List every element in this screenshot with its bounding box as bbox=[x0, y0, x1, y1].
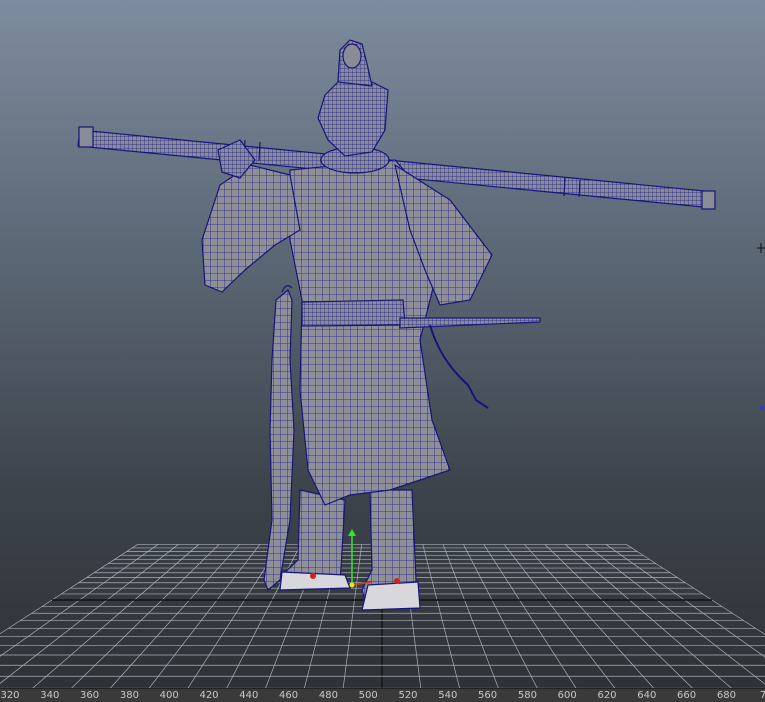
timeline-tick: 580 bbox=[517, 690, 537, 701]
right-boot bbox=[361, 581, 421, 611]
timeline-tick: 380 bbox=[119, 690, 139, 701]
viewport-scene bbox=[0, 39, 765, 690]
timeline-tick: 440 bbox=[239, 690, 259, 701]
timeline-tick: 500 bbox=[358, 690, 378, 701]
grid-line bbox=[342, 544, 362, 690]
3d-viewport[interactable]: 320 340 360 380 400 420 440 460 480 500 520 540 560 5… bbox=[0, 0, 765, 702]
grid-line bbox=[225, 544, 301, 690]
character-mesh[interactable] bbox=[77, 39, 716, 611]
grid-line bbox=[524, 544, 656, 690]
grid-line bbox=[0, 544, 159, 657]
light-marker bbox=[760, 406, 764, 410]
timeline-tick: 680 bbox=[716, 690, 736, 701]
grid-line bbox=[463, 544, 539, 690]
timeline-tick: 360 bbox=[80, 690, 100, 701]
grid-line bbox=[108, 544, 240, 690]
timeline-tick: 480 bbox=[318, 690, 338, 701]
belt bbox=[301, 299, 406, 327]
timeline-tick: 540 bbox=[438, 690, 458, 701]
timeline-tick: 460 bbox=[279, 690, 299, 701]
timeline-tick: 600 bbox=[557, 690, 577, 701]
left-arm bbox=[201, 164, 301, 293]
timeline-tick: 640 bbox=[637, 690, 657, 701]
grid-line bbox=[30, 544, 199, 690]
grid-line bbox=[503, 544, 617, 690]
timeline-tick: 620 bbox=[597, 690, 617, 701]
timeline-tick: 520 bbox=[398, 690, 418, 701]
timeline-tick: 340 bbox=[40, 690, 60, 701]
crosshair-marker bbox=[757, 243, 765, 253]
grid-line bbox=[147, 544, 261, 690]
timeline-tick: 320 bbox=[0, 690, 20, 701]
grid-line bbox=[442, 544, 500, 690]
grid-line bbox=[0, 544, 179, 684]
grid-line bbox=[69, 544, 220, 690]
tassel bbox=[429, 324, 489, 409]
grid-line bbox=[186, 544, 281, 690]
grid-line bbox=[0, 544, 138, 635]
grid-line bbox=[483, 544, 578, 690]
timeline-tick: 660 bbox=[677, 690, 697, 701]
dagger bbox=[399, 317, 541, 329]
timeline-tick: 420 bbox=[199, 690, 219, 701]
grid-line bbox=[565, 544, 734, 690]
head bbox=[317, 79, 389, 157]
grid-line bbox=[605, 544, 765, 658]
timeline-ruler[interactable]: 320 340 360 380 400 420 440 460 480 500 520 540 560 5… bbox=[0, 688, 765, 702]
timeline-tick: 400 bbox=[159, 690, 179, 701]
timeline-tick: 70 bbox=[759, 690, 765, 701]
grid-line bbox=[544, 544, 695, 690]
timeline-tick: 560 bbox=[478, 690, 498, 701]
grid-line bbox=[422, 544, 461, 690]
